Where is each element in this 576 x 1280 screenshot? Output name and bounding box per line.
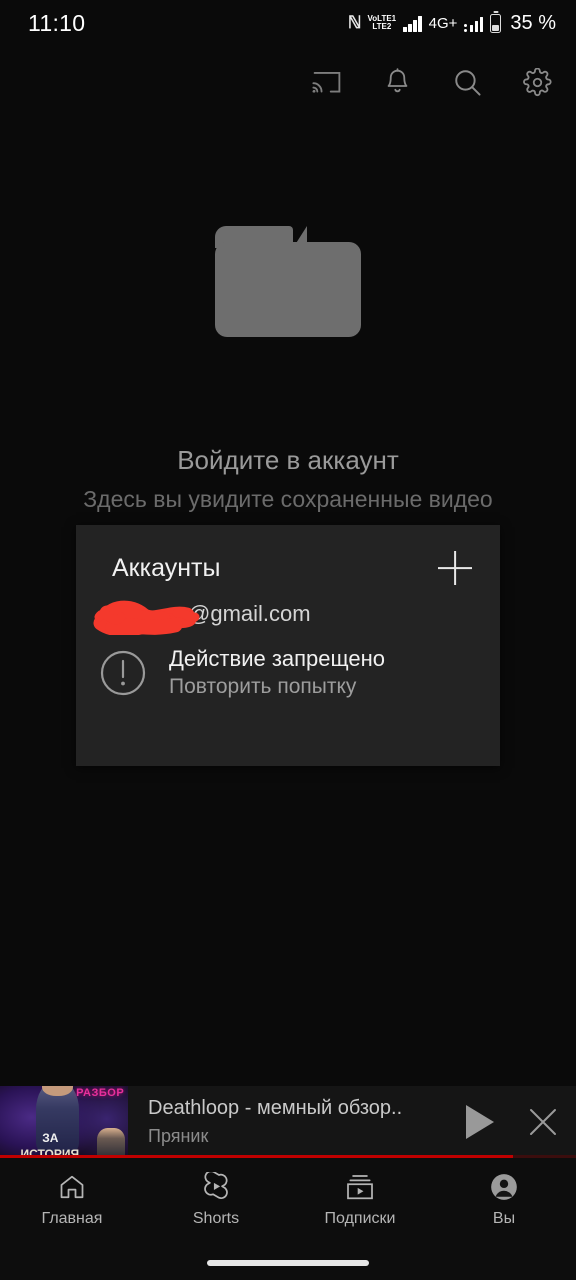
mini-player[interactable]: РАЗБОР ЗА ИСТОРИЯ Deathloop - мемный обз… — [0, 1086, 576, 1158]
volte-bottom-label: LTE2 — [372, 22, 392, 31]
home-indicator[interactable] — [207, 1260, 369, 1266]
sidebar-item-label: Подписки — [324, 1210, 396, 1227]
empty-state-subtitle: Здесь вы увидите сохраненные видео — [83, 486, 493, 512]
empty-state-title: Войдите в аккаунт — [177, 445, 399, 475]
accounts-dialog-title: Аккаунты — [112, 553, 221, 582]
folder-icon — [215, 226, 361, 337]
sidebar-item-home[interactable]: Главная — [0, 1172, 144, 1228]
bell-icon[interactable] — [380, 65, 414, 99]
signal-bars-icon — [403, 15, 422, 32]
thumbnail-middle-text: ЗА — [42, 1131, 59, 1146]
nfc-icon: ℕ — [347, 13, 362, 32]
shorts-icon — [202, 1172, 230, 1202]
mini-player-meta: Deathloop - мемный обзор.. Пряник — [128, 1097, 450, 1147]
sidebar-item-subscriptions[interactable]: Подписки — [288, 1172, 432, 1228]
add-account-plus-icon[interactable] — [438, 551, 472, 585]
mini-player-thumbnail[interactable]: РАЗБОР ЗА ИСТОРИЯ — [0, 1086, 128, 1158]
youtube-library-screen: 11:10 ℕ VoLTE1 LTE2 4G+ 35 % Войдите в а… — [0, 0, 576, 1280]
sidebar-item-label: Главная — [41, 1210, 103, 1227]
exclamation-circle-icon — [98, 648, 148, 698]
search-icon[interactable] — [450, 65, 484, 99]
play-icon[interactable] — [450, 1105, 510, 1139]
volte-icon: VoLTE1 LTE2 — [368, 15, 397, 31]
sidebar-item-shorts[interactable]: Shorts — [144, 1172, 288, 1228]
accounts-dialog-header: Аккаунты — [76, 525, 500, 585]
home-icon — [58, 1172, 86, 1202]
accounts-dialog: Аккаунты @gmail.com Действие запрещено П… — [76, 525, 500, 766]
account-error-texts: Действие запрещено Повторить попытку — [169, 646, 385, 699]
account-email: @gmail.com — [188, 601, 311, 626]
status-time: 11:10 — [28, 9, 86, 36]
account-error-title: Действие запрещено — [169, 646, 386, 671]
battery-icon — [490, 13, 502, 33]
empty-state: Войдите в аккаунт Здесь вы увидите сохра… — [0, 226, 576, 513]
network-type-label: 4G+ — [428, 14, 458, 32]
status-bar: 11:10 ℕ VoLTE1 LTE2 4G+ 35 % — [0, 0, 576, 46]
signal-bars-icon-secondary — [464, 15, 484, 32]
gear-icon[interactable] — [520, 65, 554, 99]
account-error-subtitle: Повторить попытку — [169, 675, 357, 698]
mini-player-title: Deathloop - мемный обзор.. — [148, 1097, 403, 1119]
sidebar-item-label: Shorts — [192, 1210, 240, 1227]
cast-icon[interactable] — [310, 65, 344, 99]
close-icon[interactable] — [510, 1104, 576, 1140]
account-list-item[interactable]: @gmail.com — [76, 585, 500, 635]
subscriptions-icon — [345, 1172, 375, 1202]
sidebar-item-label: Вы — [492, 1210, 516, 1227]
account-avatar-icon — [490, 1172, 518, 1202]
status-indicators: ℕ VoLTE1 LTE2 4G+ 35 % — [348, 12, 556, 35]
sidebar-item-you[interactable]: Вы — [432, 1172, 576, 1228]
app-bar — [0, 58, 576, 106]
thumbnail-top-text: РАЗБОР — [76, 1087, 125, 1100]
mini-player-channel: Пряник — [148, 1126, 209, 1146]
battery-percent: 35 % — [510, 11, 556, 34]
account-error-row[interactable]: Действие запрещено Повторить попытку — [76, 627, 500, 699]
